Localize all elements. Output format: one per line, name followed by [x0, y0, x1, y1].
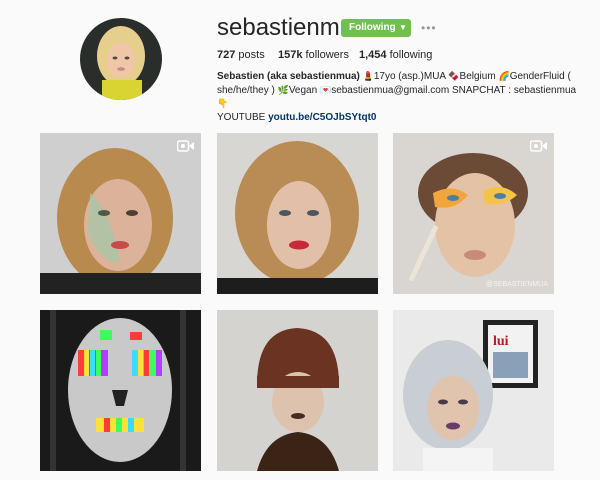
lipstick-icon: 💄	[362, 71, 374, 81]
video-camera-icon	[529, 139, 548, 157]
suggested-dropdown-button[interactable]: ▼	[395, 19, 411, 37]
post-tile[interactable]: @SEBASTIENMUA	[393, 133, 554, 294]
post-tile[interactable]	[217, 133, 378, 294]
bio-name: Sebastien (aka sebastienmua)	[217, 71, 360, 82]
bio-link[interactable]: youtu.be/C5OJbSYtqt0	[268, 112, 376, 123]
post-tile[interactable]	[217, 310, 378, 471]
following-count[interactable]: 1,454 following	[359, 49, 432, 61]
more-options-icon[interactable]: •••	[421, 21, 437, 35]
profile-bio: Sebastien (aka sebastienmua) 💄17yo (asp.…	[217, 71, 577, 123]
rainbow-icon: 🌈	[498, 71, 510, 81]
post-tile[interactable]: lui	[393, 310, 554, 471]
profile-avatar[interactable]	[80, 18, 162, 100]
posts-count: 727 posts	[217, 49, 265, 61]
video-camera-icon	[176, 139, 195, 157]
heart-icon: 💌	[319, 84, 332, 95]
post-tile[interactable]	[40, 133, 201, 294]
chocolate-icon: 🍫	[448, 71, 460, 81]
caret-down-icon: ▼	[399, 23, 407, 32]
followers-count[interactable]: 157k followers	[278, 49, 349, 61]
watermark-text: @SEBASTIENMUA	[486, 281, 548, 288]
pointing-down-icon: 👇	[217, 98, 229, 108]
svg-text:lui: lui	[493, 334, 509, 349]
leaf-icon: 🌿	[277, 84, 289, 95]
post-tile[interactable]	[40, 310, 201, 471]
